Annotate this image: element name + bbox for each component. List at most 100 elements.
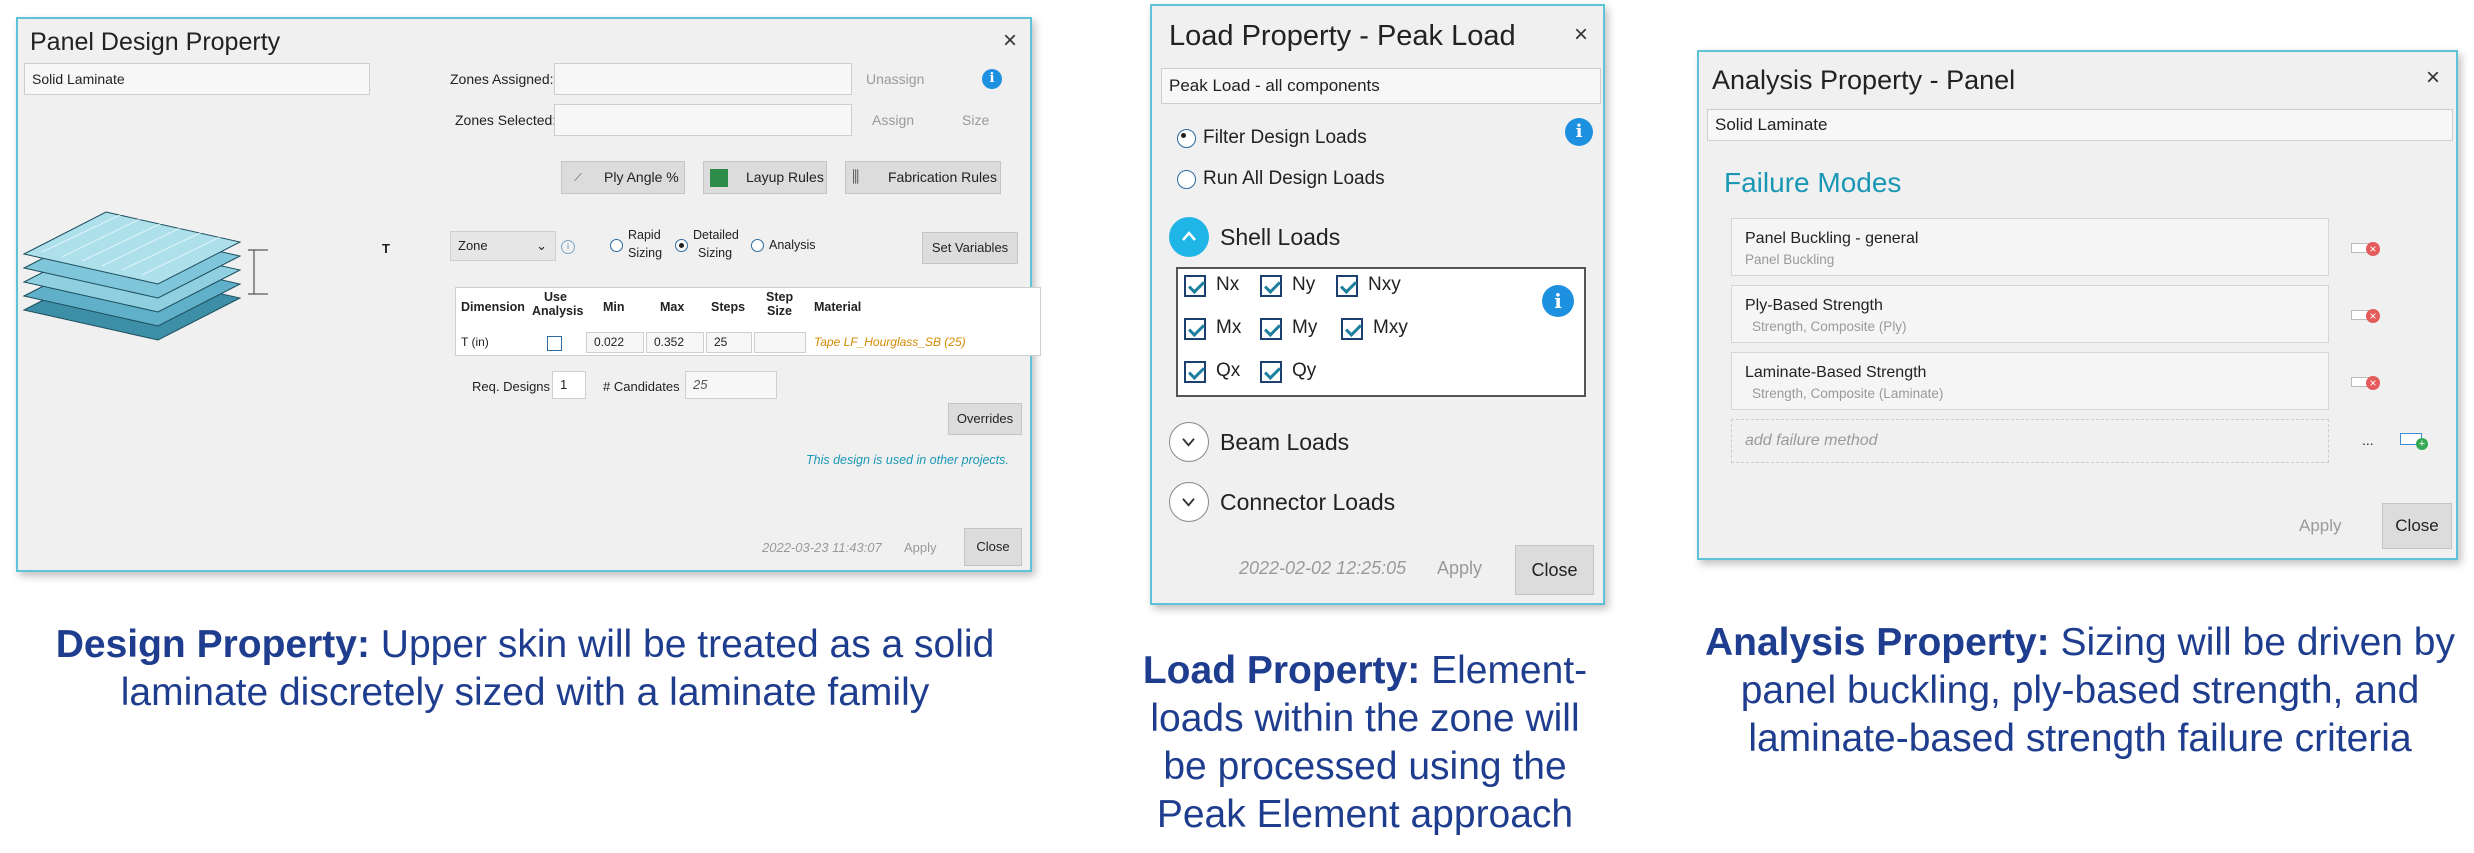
nxy-label: Nxy <box>1368 274 1401 295</box>
add-failure-method-field[interactable]: add failure method <box>1731 419 2329 463</box>
failure-mode-name: Ply-Based Strength <box>1745 297 1883 314</box>
col-use-analysis-header-1: Use <box>544 290 567 304</box>
close-icon[interactable]: × <box>1574 23 1588 47</box>
more-options-button[interactable]: ... <box>2362 432 2374 448</box>
chevron-down-icon <box>1182 498 1195 507</box>
zone-select[interactable]: Zone ⌄ <box>450 231 556 261</box>
overrides-button[interactable]: Overrides <box>948 403 1022 435</box>
qx-checkbox[interactable] <box>1184 361 1206 383</box>
material-value[interactable]: Tape LF_Hourglass_SB (25) <box>814 335 966 349</box>
qy-checkbox[interactable] <box>1260 361 1282 383</box>
fabrication-rules-icon: ⫼ <box>852 169 860 186</box>
close-button[interactable]: Close <box>1515 545 1594 595</box>
beam-loads-expand-toggle[interactable] <box>1169 422 1209 462</box>
col-min-header: Min <box>603 300 625 314</box>
close-icon[interactable]: × <box>1003 29 1017 53</box>
connector-loads-label[interactable]: Connector Loads <box>1220 489 1395 516</box>
nx-label: Nx <box>1216 274 1240 295</box>
property-name-field[interactable]: Solid Laminate <box>24 63 370 95</box>
zones-selected-field[interactable] <box>554 104 852 136</box>
design-property-dialog: Panel Design Property × Solid Laminate Z… <box>16 17 1041 572</box>
my-checkbox[interactable] <box>1260 318 1282 340</box>
mxy-checkbox[interactable] <box>1341 318 1363 340</box>
close-button[interactable]: Close <box>964 528 1022 566</box>
shell-loads-label[interactable]: Shell Loads <box>1220 224 1340 251</box>
property-name-field[interactable]: Peak Load - all components <box>1161 68 1601 104</box>
property-name-field[interactable]: Solid Laminate <box>1707 109 2453 141</box>
analysis-radio[interactable] <box>751 239 764 252</box>
zones-assigned-field[interactable] <box>554 63 852 95</box>
analysis-caption-bold: Analysis Property: <box>1705 621 2050 664</box>
candidates-field[interactable]: 25 <box>685 371 777 399</box>
use-analysis-checkbox[interactable] <box>547 336 562 351</box>
remove-failure-mode-icon[interactable] <box>2351 309 2380 323</box>
col-dimension-header: Dimension <box>461 300 525 314</box>
unassign-button[interactable]: Unassign <box>866 71 924 87</box>
col-use-analysis-header-2: Analysis <box>532 304 584 318</box>
remove-failure-mode-icon[interactable] <box>2351 376 2380 390</box>
chevron-up-icon <box>1182 231 1196 241</box>
ny-label: Ny <box>1292 274 1316 295</box>
mx-checkbox[interactable] <box>1184 318 1206 340</box>
thickness-label: T <box>382 241 390 256</box>
add-failure-mode-icon[interactable]: + <box>2400 433 2428 450</box>
shell-loads-collapse-toggle[interactable] <box>1169 217 1209 257</box>
detailed-sizing-radio[interactable] <box>675 239 688 252</box>
col-material-header: Material <box>814 300 862 314</box>
laminate-stack-illustration <box>22 211 268 341</box>
help-icon[interactable]: i <box>561 240 575 254</box>
info-icon[interactable]: i <box>1565 118 1593 146</box>
nx-checkbox[interactable] <box>1184 275 1206 297</box>
beam-loads-label[interactable]: Beam Loads <box>1220 429 1349 456</box>
apply-button[interactable]: Apply <box>2299 516 2342 536</box>
info-icon[interactable]: i <box>1542 285 1574 317</box>
min-field[interactable]: 0.022 <box>586 332 644 353</box>
failure-mode-type: Strength, Composite (Laminate) <box>1752 386 1944 401</box>
remove-failure-mode-icon[interactable] <box>2351 242 2380 256</box>
steps-field[interactable]: 25 <box>706 332 752 353</box>
analysis-property-caption: Analysis Property: Sizing will be driven… <box>1690 619 2470 763</box>
timestamp: 2022-03-23 11:43:07 <box>762 540 882 555</box>
qx-label: Qx <box>1216 360 1241 381</box>
qy-label: Qy <box>1292 360 1317 381</box>
connector-loads-expand-toggle[interactable] <box>1169 482 1209 522</box>
col-max-header: Max <box>660 300 685 314</box>
dialog-title: Analysis Property - Panel <box>1712 65 2016 95</box>
rapid-sizing-radio[interactable] <box>610 239 623 252</box>
layup-rules-button[interactable]: Layup Rules <box>703 161 827 194</box>
failure-mode-card[interactable]: Ply-Based Strength Strength, Composite (… <box>1731 285 2329 343</box>
set-variables-button[interactable]: Set Variables <box>922 232 1018 264</box>
info-icon[interactable]: i <box>982 69 1002 89</box>
req-designs-label: Req. Designs <box>472 379 551 394</box>
rapid-sizing-label-2: Sizing <box>628 246 663 260</box>
close-button[interactable]: Close <box>2382 503 2452 549</box>
failure-mode-card[interactable]: Panel Buckling - general Panel Buckling <box>1731 218 2329 276</box>
max-field[interactable]: 0.352 <box>646 332 704 353</box>
ply-angle-button[interactable]: ⟋ Ply Angle % <box>561 161 685 194</box>
apply-button[interactable]: Apply <box>904 540 937 555</box>
load-property-dialog: Load Property - Peak Load × Peak Load - … <box>1150 4 1605 605</box>
used-in-other-projects-note: This design is used in other projects. <box>806 453 1009 467</box>
apply-button[interactable]: Apply <box>1437 558 1482 579</box>
run-all-design-loads-radio[interactable] <box>1177 170 1196 189</box>
step-size-field[interactable] <box>754 332 806 353</box>
dialog-title: Load Property - Peak Load <box>1169 20 1516 52</box>
fabrication-rules-button[interactable]: ⫼ Fabrication Rules <box>845 161 1001 194</box>
ny-checkbox[interactable] <box>1260 275 1282 297</box>
col-step-size-header-1: Step <box>766 290 794 304</box>
analysis-radio-label: Analysis <box>769 238 816 252</box>
req-designs-field[interactable]: 1 <box>552 371 586 399</box>
my-label: My <box>1292 317 1318 338</box>
run-all-design-loads-label: Run All Design Loads <box>1203 168 1385 189</box>
failure-mode-name: Laminate-Based Strength <box>1745 364 1927 381</box>
size-button[interactable]: Size <box>962 112 989 128</box>
dialog-title: Panel Design Property <box>30 28 281 56</box>
failure-mode-card[interactable]: Laminate-Based Strength Strength, Compos… <box>1731 352 2329 410</box>
filter-design-loads-radio[interactable] <box>1177 129 1196 148</box>
ply-layer <box>22 211 242 341</box>
close-icon[interactable]: × <box>2426 66 2440 90</box>
col-steps-header: Steps <box>711 300 746 314</box>
failure-modes-heading: Failure Modes <box>1724 167 1902 198</box>
nxy-checkbox[interactable] <box>1336 275 1358 297</box>
assign-button[interactable]: Assign <box>872 112 914 128</box>
